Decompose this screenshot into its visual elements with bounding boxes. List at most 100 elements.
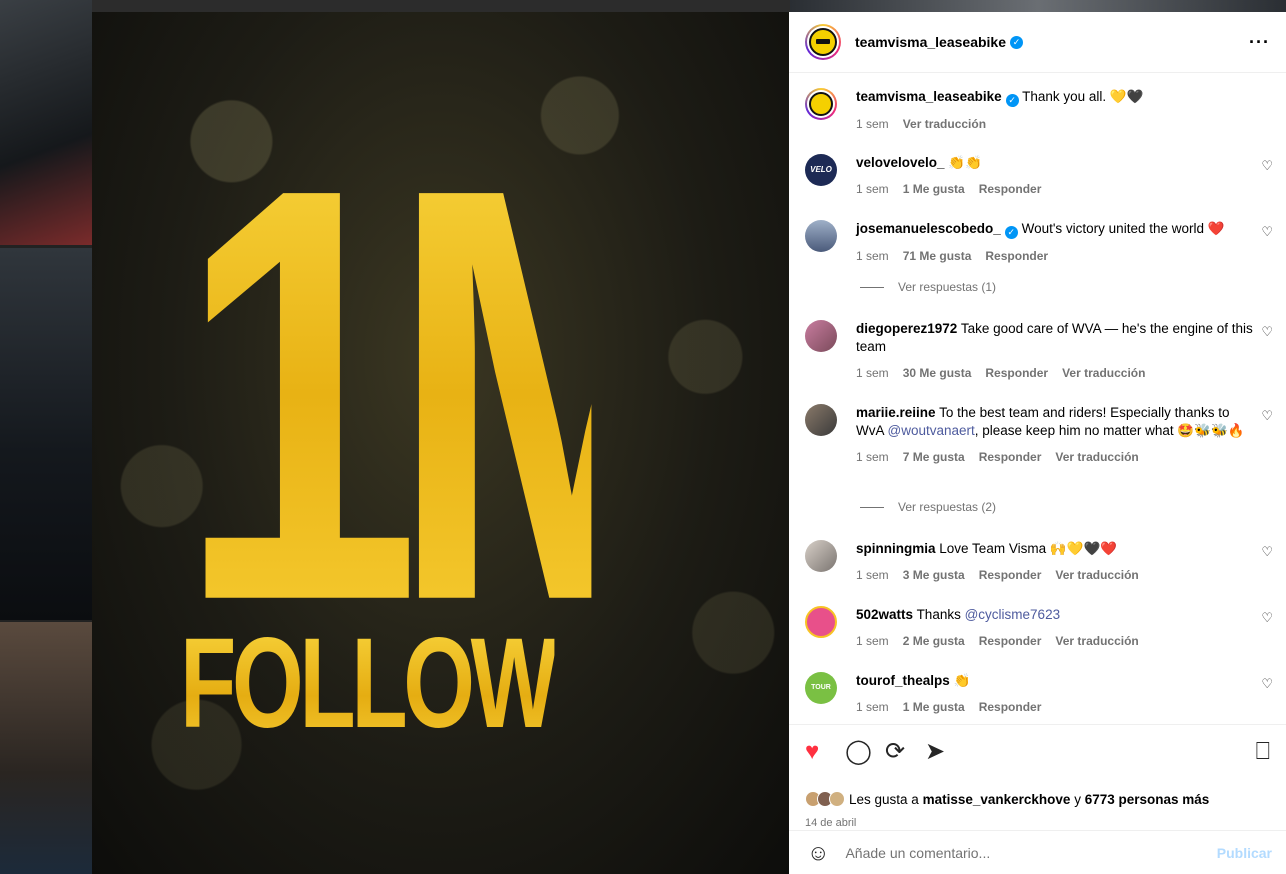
translate-link[interactable]: Ver traducción xyxy=(1062,364,1145,382)
comment-username[interactable]: spinningmia xyxy=(856,541,936,556)
view-replies-button[interactable]: Ver respuestas (2) xyxy=(860,500,996,514)
comment-likes[interactable]: 3 Me gusta xyxy=(903,566,965,584)
avatar[interactable] xyxy=(805,404,837,436)
reply-button[interactable]: Responder xyxy=(979,632,1042,650)
team-logo-icon xyxy=(809,92,833,116)
comment-text-after: , please keep him no matter what 🤩🐝🐝🔥 xyxy=(974,423,1245,438)
reply-button[interactable]: Responder xyxy=(985,247,1048,265)
liker-avatars xyxy=(805,791,845,807)
avatar[interactable] xyxy=(805,540,837,572)
comment-time: 1 sem xyxy=(856,700,889,714)
bookmark-icon[interactable]: ⎕ xyxy=(1256,739,1270,765)
background-tile xyxy=(92,0,792,12)
translate-link[interactable]: Ver traducción xyxy=(1055,448,1138,466)
translate-link[interactable]: Ver traducción xyxy=(903,115,986,133)
post-image[interactable]: 1M FOLLOWERS xyxy=(92,12,789,874)
post-date: 14 de abril xyxy=(805,817,857,829)
reply-button[interactable]: Responder xyxy=(979,698,1042,716)
comment-username[interactable]: diegoperez1972 xyxy=(856,321,957,336)
post-header: teamvisma_leaseabike ✓ ··· xyxy=(789,12,1286,73)
avatar[interactable] xyxy=(805,320,837,352)
avatar[interactable] xyxy=(805,220,837,252)
like-heart-icon[interactable]: ♥ xyxy=(805,739,819,765)
background-tile xyxy=(0,248,92,620)
comment-likes[interactable]: 1 Me gusta xyxy=(903,180,965,198)
comment-time: 1 sem xyxy=(856,450,889,464)
comment-likes[interactable]: 1 Me gusta xyxy=(903,698,965,716)
like-comment-heart-icon[interactable]: ♡ xyxy=(1261,544,1273,560)
comment-time: 1 sem xyxy=(856,634,889,648)
mention-link[interactable]: @cyclisme7623 xyxy=(965,607,1061,622)
comment-username[interactable]: mariie.reiine xyxy=(856,405,936,420)
like-comment-heart-icon[interactable]: ♡ xyxy=(1261,408,1273,424)
avatar[interactable] xyxy=(805,88,837,120)
repost-icon[interactable]: ⟳ xyxy=(885,739,905,765)
more-options-button[interactable]: ··· xyxy=(1249,32,1270,53)
comment-text: Wout's victory united the world ❤️ xyxy=(1021,221,1225,236)
send-icon[interactable]: ➤ xyxy=(925,739,945,765)
comment-text: Thanks xyxy=(916,607,965,622)
comment-text: Love Team Visma 🙌💛🖤❤️ xyxy=(939,541,1118,556)
comment-likes[interactable]: 2 Me gusta xyxy=(903,632,965,650)
verified-icon: ✓ xyxy=(1004,226,1018,239)
emoji-icon[interactable]: ☺ xyxy=(807,840,829,866)
comment-time: 1 sem xyxy=(856,366,889,380)
view-replies-label[interactable]: Ver respuestas (1) xyxy=(898,280,996,294)
caption-username[interactable]: teamvisma_leaseabike xyxy=(856,89,1002,104)
comment-likes[interactable]: 30 Me gusta xyxy=(903,364,972,382)
action-icons: ♥ ◯ ⟳ ➤ ⎕ xyxy=(805,739,1270,767)
publish-button[interactable]: Publicar xyxy=(1217,845,1272,861)
likes-summary[interactable]: Les gusta a matisse_vankerckhove y 6773 … xyxy=(805,791,1209,807)
like-comment-heart-icon[interactable]: ♡ xyxy=(1261,324,1273,340)
comment-time: 1 sem xyxy=(856,182,889,196)
comment-text: 👏👏 xyxy=(948,155,982,170)
comment-likes[interactable]: 71 Me gusta xyxy=(903,247,972,265)
comment-composer: ☺ Publicar xyxy=(789,830,1286,874)
verified-icon: ✓ xyxy=(1010,35,1023,49)
avatar[interactable]: VELO xyxy=(805,154,837,186)
translate-link[interactable]: Ver traducción xyxy=(1055,632,1138,650)
image-subheadline: FOLLOWERS xyxy=(180,612,734,755)
caption-time: 1 sem xyxy=(856,117,889,131)
avatar[interactable] xyxy=(805,606,837,638)
avatar[interactable] xyxy=(805,24,841,60)
likes-user[interactable]: matisse_vankerckhove xyxy=(923,792,1071,807)
comments-list[interactable]: teamvisma_leaseabike ✓ Thank you all. 💛🖤 … xyxy=(789,74,1286,724)
verified-icon: ✓ xyxy=(1005,94,1019,107)
like-comment-heart-icon[interactable]: ♡ xyxy=(1261,158,1273,174)
post-actions: ♥ ◯ ⟳ ➤ ⎕ Les gusta a matisse_vankerckho… xyxy=(789,724,1286,844)
comment-text: 👏 xyxy=(953,673,971,688)
comment-time: 1 sem xyxy=(856,568,889,582)
replies-divider xyxy=(860,506,884,508)
like-comment-heart-icon[interactable]: ♡ xyxy=(1261,610,1273,626)
translate-link[interactable]: Ver traducción xyxy=(1055,566,1138,584)
background-tile xyxy=(0,622,92,874)
replies-divider xyxy=(860,286,884,288)
background-tile xyxy=(790,0,1286,12)
likes-prefix: Les gusta a xyxy=(849,791,919,807)
avatar[interactable]: TOUR ALPS xyxy=(805,672,837,723)
reply-button[interactable]: Responder xyxy=(979,448,1042,466)
reply-button[interactable]: Responder xyxy=(979,566,1042,584)
comment-username[interactable]: 502watts xyxy=(856,607,913,622)
comment-username[interactable]: tourof_thealps xyxy=(856,673,950,688)
view-replies-button[interactable]: Ver respuestas (1) xyxy=(860,280,996,294)
team-logo-icon xyxy=(809,28,837,56)
image-headline: 1M xyxy=(178,65,754,723)
reply-button[interactable]: Responder xyxy=(985,364,1048,382)
comment-likes[interactable]: 7 Me gusta xyxy=(903,448,965,466)
like-comment-heart-icon[interactable]: ♡ xyxy=(1261,224,1273,240)
comment-username[interactable]: velovelovelo_ xyxy=(856,155,945,170)
comment-input[interactable] xyxy=(845,844,1206,861)
comment-time: 1 sem xyxy=(856,249,889,263)
like-comment-heart-icon[interactable]: ♡ xyxy=(1261,676,1273,692)
comment-icon[interactable]: ◯ xyxy=(845,739,872,765)
post-detail-panel: teamvisma_leaseabike ✓ ··· teamvisma_lea… xyxy=(789,12,1286,874)
comment-username[interactable]: josemanuelescobedo_ xyxy=(856,221,1001,236)
mention-link[interactable]: @woutvanaert xyxy=(888,423,975,438)
background-tile xyxy=(0,0,92,245)
view-replies-label[interactable]: Ver respuestas (2) xyxy=(898,500,996,514)
likes-count[interactable]: 6773 personas más xyxy=(1085,792,1210,807)
header-username[interactable]: teamvisma_leaseabike xyxy=(855,34,1006,50)
reply-button[interactable]: Responder xyxy=(979,180,1042,198)
